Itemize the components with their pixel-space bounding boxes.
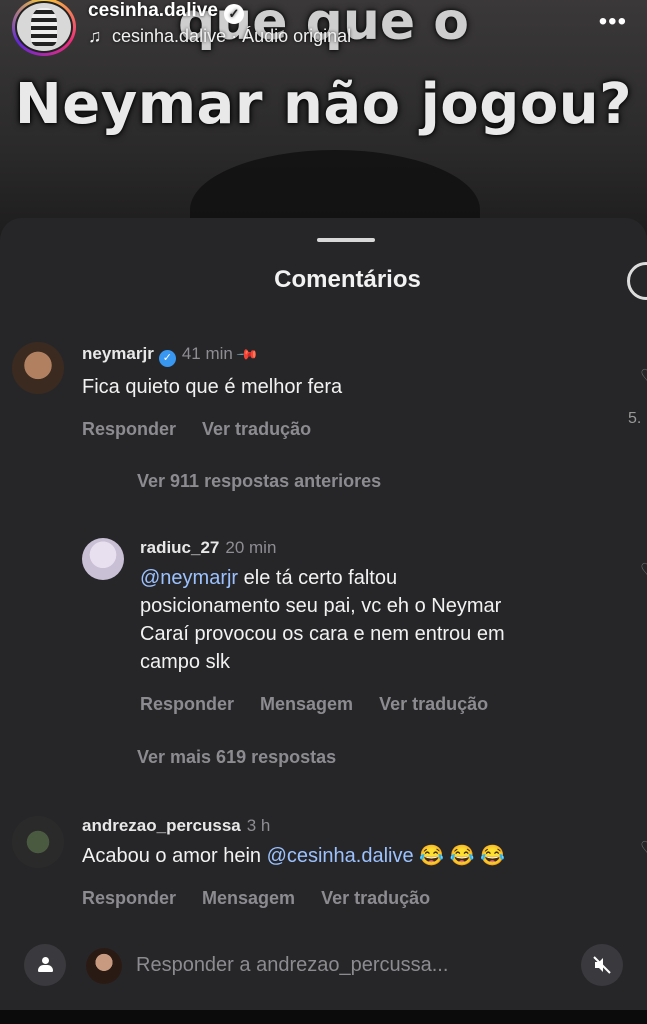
pin-icon: 📌 — [236, 342, 260, 366]
comment-text-line: ele tá certo faltou — [238, 567, 398, 589]
comment-item: radiuc_27 20 min @neymarjr ele tá certo f… — [140, 538, 514, 715]
username-text: cesinha.dalive — [88, 0, 218, 21]
reply-button[interactable]: Responder — [140, 694, 234, 714]
like-count: 5. — [628, 410, 642, 427]
reply-button[interactable]: Responder — [82, 419, 176, 439]
comment-username[interactable]: neymarjr — [82, 344, 154, 363]
comment-text-line: Caraí provocou os cara e nem entrou em — [140, 623, 505, 645]
audio-label: cesinha.dalive · Áudio original — [112, 26, 352, 46]
user-icon — [37, 957, 53, 973]
comment-text-line: campo slk — [140, 651, 231, 673]
profile-avatar[interactable] — [12, 0, 76, 56]
view-more-replies[interactable]: Ver mais 619 respostas — [137, 747, 336, 768]
comment-text: @neymarjr ele tá certo faltou posicionam… — [140, 564, 514, 676]
comment-time: 3 h — [246, 816, 271, 835]
like-heart-icon[interactable]: ♡ — [640, 366, 647, 387]
mention-link[interactable]: @cesinha.dalive — [267, 845, 414, 867]
comment-text: Acabou o amor hein @cesinha.dalive 😂 😂 😂 — [82, 842, 505, 870]
reply-input[interactable]: Responder a andrezao_percussa... — [136, 954, 448, 977]
mute-button[interactable] — [581, 944, 623, 986]
avatar[interactable] — [12, 816, 64, 868]
more-options-icon[interactable]: ••• — [599, 8, 627, 36]
comments-sheet: Comentários neymarjr ✓ 41 min 📌 Fica quieto… — [0, 218, 647, 1010]
comment-item: neymarjr ✓ 41 min 📌 Fica quieto que é melho… — [82, 342, 343, 440]
speaker-muted-icon — [593, 956, 611, 974]
reply-bar: Responder a andrezao_percussa... — [0, 938, 647, 998]
view-previous-replies[interactable]: Ver 911 respostas anteriores — [137, 471, 381, 492]
translate-button[interactable]: Ver tradução — [202, 419, 311, 439]
comment-username[interactable]: andrezao_percussa — [82, 816, 241, 835]
reply-button[interactable]: Responder — [82, 888, 176, 908]
video-caption-line2: Neymar não jogou? — [14, 72, 633, 137]
verified-icon: ✓ — [158, 350, 176, 367]
comment-time: 41 min — [181, 344, 233, 363]
profile-username[interactable]: cesinha.dalive ✓ — [88, 0, 244, 24]
mention-link[interactable]: @neymarjr — [140, 567, 238, 589]
like-heart-icon[interactable]: ♡ — [640, 838, 647, 859]
account-button[interactable] — [24, 944, 66, 986]
message-button[interactable]: Mensagem — [260, 694, 353, 714]
message-button[interactable]: Mensagem — [202, 888, 295, 908]
translate-button[interactable]: Ver tradução — [321, 888, 430, 908]
audio-link[interactable]: ♫ cesinha.dalive · Áudio original — [88, 26, 351, 47]
comment-username[interactable]: radiuc_27 — [140, 538, 219, 557]
avatar[interactable] — [12, 342, 64, 394]
comment-text-line: Acabou o amor hein — [82, 845, 267, 867]
comments-title: Comentários — [274, 266, 421, 293]
comment-time: 20 min — [225, 538, 277, 557]
verified-icon: ✓ — [223, 4, 244, 24]
reel-header: cesinha.dalive ✓ ♫ cesinha.dalive · Áudio … — [0, 0, 647, 60]
comment-text-line: posicionamento seu pai, vc eh o Neymar — [140, 595, 502, 617]
comment-text: Fica quieto que é melhor fera — [82, 376, 343, 398]
laughing-emoji-icon: 😂 😂 😂 — [419, 845, 506, 867]
bottom-strip — [0, 1010, 647, 1024]
like-heart-icon[interactable]: ♡ — [640, 560, 647, 581]
drag-handle[interactable] — [317, 238, 375, 242]
avatar[interactable] — [82, 538, 124, 580]
comment-item: andrezao_percussa 3 h Acabou o amor hein … — [82, 816, 505, 909]
current-user-avatar — [86, 948, 122, 984]
translate-button[interactable]: Ver tradução — [379, 694, 488, 714]
music-note-icon: ♫ — [88, 26, 102, 46]
